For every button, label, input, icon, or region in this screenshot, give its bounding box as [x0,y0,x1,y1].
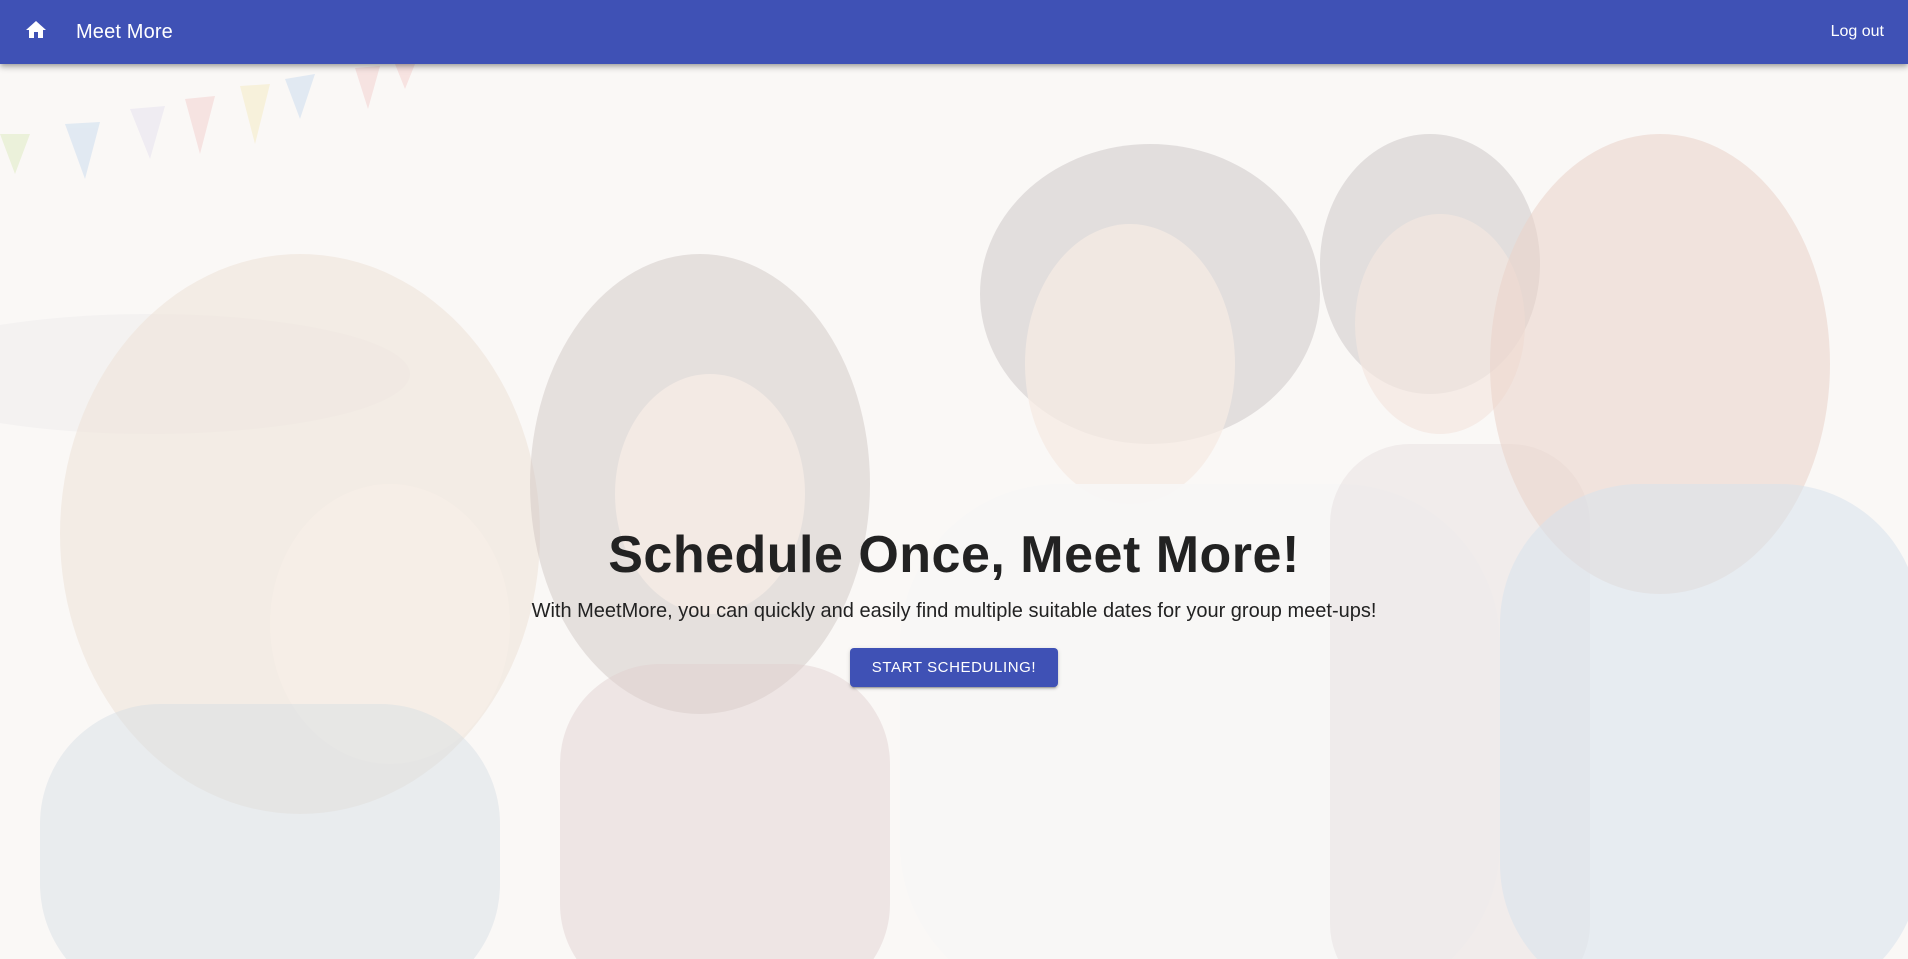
hero-subline: With MeetMore, you can quickly and easil… [531,600,1377,623]
app-title[interactable]: Meet More [76,21,173,44]
hero-section: Schedule Once, Meet More! With MeetMore,… [0,64,1908,959]
hero-content: Schedule Once, Meet More! With MeetMore,… [0,524,1908,688]
app-bar: Meet More Log out [0,0,1908,64]
home-button[interactable] [12,8,60,56]
home-icon [24,18,48,47]
logout-button[interactable]: Log out [1823,17,1892,47]
hero-headline: Schedule Once, Meet More! [608,526,1300,584]
hero-overlay [0,64,1908,959]
start-scheduling-button[interactable]: START SCHEDULING! [849,648,1059,688]
